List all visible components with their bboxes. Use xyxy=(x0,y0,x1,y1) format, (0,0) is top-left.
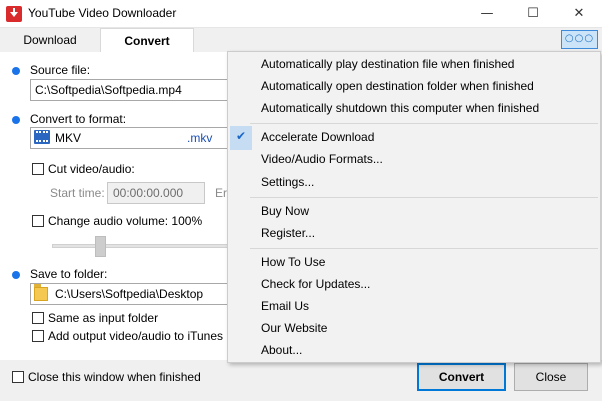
menu-item-register[interactable]: Register... xyxy=(261,226,315,240)
start-time-label: Start time: xyxy=(50,186,105,200)
close-when-finished-checkbox[interactable] xyxy=(12,371,24,383)
menu-item-buy-now[interactable]: Buy Now xyxy=(261,204,309,218)
menu-item-auto-open-folder[interactable]: Automatically open destination folder wh… xyxy=(261,79,534,93)
menu-separator xyxy=(250,248,598,249)
tab-convert[interactable]: Convert xyxy=(100,28,194,53)
cut-video-label: Cut video/audio: xyxy=(48,162,135,176)
start-time-field[interactable]: 00:00:00.000 xyxy=(107,182,205,204)
menu-separator xyxy=(250,123,598,124)
menu-item-formats[interactable]: Video/Audio Formats... xyxy=(261,152,383,166)
convert-button[interactable]: Convert xyxy=(417,363,506,391)
app-download-icon xyxy=(6,6,22,22)
end-time-label: Er xyxy=(215,186,227,200)
cut-video-checkbox[interactable] xyxy=(32,163,44,175)
menu-item-settings[interactable]: Settings... xyxy=(261,175,314,189)
format-bullet-icon xyxy=(12,116,20,124)
menu-item-auto-shutdown[interactable]: Automatically shutdown this computer whe… xyxy=(261,101,539,115)
source-bullet-icon xyxy=(12,67,20,75)
menu-separator xyxy=(250,197,598,198)
menu-item-check-updates[interactable]: Check for Updates... xyxy=(261,277,370,291)
same-as-input-checkbox[interactable] xyxy=(32,312,44,324)
format-extension: .mkv xyxy=(187,131,213,145)
maximize-button[interactable]: ☐ xyxy=(510,0,556,28)
save-folder-field[interactable]: C:\Users\Softpedia\Desktop xyxy=(30,283,230,305)
same-as-input-label: Same as input folder xyxy=(48,311,159,325)
format-value: MKV xyxy=(55,131,82,145)
menu-item-email-us[interactable]: Email Us xyxy=(261,299,309,313)
tab-download[interactable]: Download xyxy=(0,30,100,52)
video-file-icon xyxy=(34,130,50,144)
menu-item-accelerate-download[interactable]: Accelerate Download xyxy=(261,130,374,144)
itunes-label: Add output video/audio to iTunes xyxy=(48,329,224,343)
convert-format-label: Convert to format: xyxy=(30,112,127,126)
format-select[interactable]: MKV .mkv xyxy=(30,127,230,149)
title-bar: YouTube Video Downloader — ☐ ✕ xyxy=(0,0,602,28)
menu-item-about[interactable]: About... xyxy=(261,343,302,357)
audio-volume-checkbox[interactable] xyxy=(32,215,44,227)
window-title: YouTube Video Downloader xyxy=(28,6,177,20)
footer-bar: Close this window when finished Convert … xyxy=(0,360,602,401)
checkmark-icon: ✔ xyxy=(236,129,247,143)
menu-item-how-to-use[interactable]: How To Use xyxy=(261,255,325,269)
source-file-label: Source file: xyxy=(30,63,91,77)
volume-slider-thumb[interactable] xyxy=(95,236,106,257)
minimize-button[interactable]: — xyxy=(464,0,510,28)
source-file-field[interactable]: C:\Softpedia\Softpedia.mp4 xyxy=(30,79,230,101)
menu-item-our-website[interactable]: Our Website xyxy=(261,321,327,335)
menu-item-auto-play[interactable]: Automatically play destination file when… xyxy=(261,57,514,71)
tab-strip: Download Convert xyxy=(0,28,602,53)
folder-icon xyxy=(34,284,48,301)
audio-volume-label: Change audio volume: 100% xyxy=(48,214,203,228)
itunes-checkbox[interactable] xyxy=(32,330,44,342)
folder-bullet-icon xyxy=(12,271,20,279)
volume-slider-track[interactable] xyxy=(52,244,232,248)
options-menu: Automatically play destination file when… xyxy=(227,51,601,363)
close-window-button[interactable]: ✕ xyxy=(556,0,602,28)
close-when-finished-label: Close this window when finished xyxy=(28,370,201,384)
more-options-button[interactable]: ○○○ xyxy=(561,30,598,49)
save-folder-label: Save to folder: xyxy=(30,267,108,281)
close-button[interactable]: Close xyxy=(514,363,588,391)
